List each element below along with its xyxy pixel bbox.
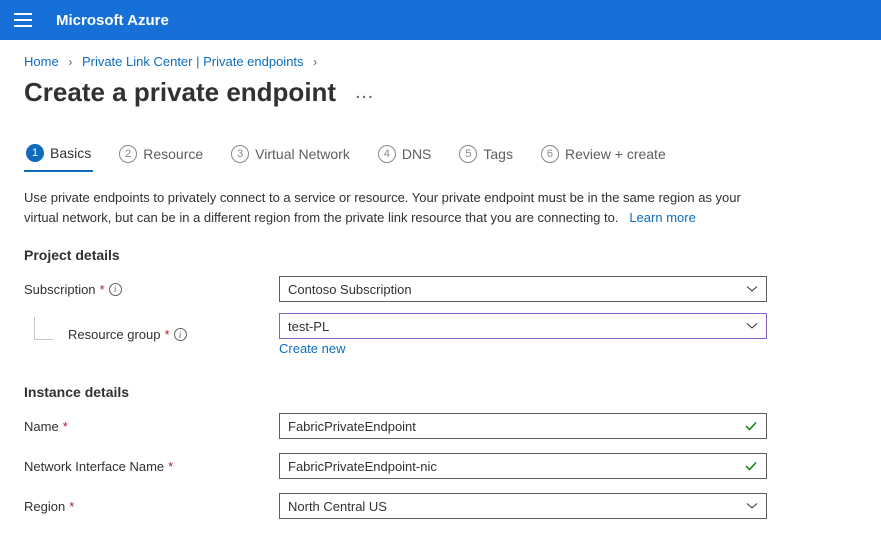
field-region: Region * North Central US: [24, 490, 776, 522]
breadcrumb: Home › Private Link Center | Private end…: [0, 40, 881, 73]
subscription-select[interactable]: Contoso Subscription: [279, 276, 767, 302]
tab-label: Review + create: [565, 146, 666, 162]
tab-step-num: 2: [119, 145, 137, 163]
section-instance-details: Instance details: [24, 364, 776, 410]
chevron-down-icon: [746, 283, 758, 295]
required-indicator: *: [100, 282, 105, 297]
tab-label: Basics: [50, 145, 91, 161]
more-menu-icon[interactable]: …: [350, 81, 379, 104]
label: Subscription: [24, 282, 96, 297]
label-subscription: Subscription * i: [24, 282, 279, 297]
field-name: Name *: [24, 410, 776, 442]
name-field[interactable]: [288, 419, 738, 434]
select-value: Contoso Subscription: [288, 282, 412, 297]
tab-basics[interactable]: 1 Basics: [24, 144, 93, 172]
check-icon: [744, 419, 758, 433]
label-resource-group: Resource group * i: [24, 327, 279, 342]
chevron-right-icon: ›: [62, 55, 78, 69]
intro-text-block: Use private endpoints to privately conne…: [24, 188, 776, 227]
tabpanel-basics: Use private endpoints to privately conne…: [0, 174, 800, 544]
field-resource-group: Resource group * i test-PL Create new: [24, 313, 776, 356]
field-subscription: Subscription * i Contoso Subscription: [24, 273, 776, 305]
tab-label: DNS: [402, 146, 432, 162]
select-value: test-PL: [288, 319, 329, 334]
label-region: Region *: [24, 499, 279, 514]
tab-tags[interactable]: 5 Tags: [457, 144, 515, 172]
tab-step-num: 4: [378, 145, 396, 163]
tab-dns[interactable]: 4 DNS: [376, 144, 434, 172]
tab-step-num: 5: [459, 145, 477, 163]
info-icon[interactable]: i: [109, 283, 122, 296]
label-name: Name *: [24, 419, 279, 434]
wizard-tabs: 1 Basics 2 Resource 3 Virtual Network 4 …: [0, 110, 881, 174]
field-nic-name: Network Interface Name *: [24, 450, 776, 482]
chevron-down-icon: [746, 500, 758, 512]
azure-topbar: Microsoft Azure: [0, 0, 881, 40]
hamburger-icon[interactable]: [14, 13, 32, 27]
label: Region: [24, 499, 65, 514]
label: Resource group: [68, 327, 161, 342]
tab-step-num: 6: [541, 145, 559, 163]
required-indicator: *: [69, 499, 74, 514]
breadcrumb-private-link-center[interactable]: Private Link Center | Private endpoints: [82, 54, 304, 69]
label: Name: [24, 419, 59, 434]
tab-step-num: 1: [26, 144, 44, 162]
learn-more-link[interactable]: Learn more: [629, 210, 695, 225]
create-new-rg-link[interactable]: Create new: [279, 341, 345, 356]
chevron-right-icon: ›: [307, 55, 323, 69]
breadcrumb-home[interactable]: Home: [24, 54, 59, 69]
label-nic-name: Network Interface Name *: [24, 459, 279, 474]
tab-resource[interactable]: 2 Resource: [117, 144, 205, 172]
tab-step-num: 3: [231, 145, 249, 163]
section-project-details: Project details: [24, 227, 776, 273]
page-title: Create a private endpoint …: [0, 73, 881, 110]
required-indicator: *: [168, 459, 173, 474]
label: Network Interface Name: [24, 459, 164, 474]
tab-label: Tags: [483, 146, 513, 162]
tab-label: Resource: [143, 146, 203, 162]
check-icon: [744, 459, 758, 473]
name-input[interactable]: [279, 413, 767, 439]
nic-name-input[interactable]: [279, 453, 767, 479]
tab-label: Virtual Network: [255, 146, 350, 162]
required-indicator: *: [63, 419, 68, 434]
page-title-text: Create a private endpoint: [24, 77, 336, 108]
resource-group-select[interactable]: test-PL: [279, 313, 767, 339]
info-icon[interactable]: i: [174, 328, 187, 341]
tab-virtual-network[interactable]: 3 Virtual Network: [229, 144, 352, 172]
required-indicator: *: [165, 327, 170, 342]
tab-review-create[interactable]: 6 Review + create: [539, 144, 668, 172]
nic-name-field[interactable]: [288, 459, 738, 474]
region-select[interactable]: North Central US: [279, 493, 767, 519]
select-value: North Central US: [288, 499, 387, 514]
chevron-down-icon: [746, 320, 758, 332]
brand-label: Microsoft Azure: [56, 12, 169, 29]
